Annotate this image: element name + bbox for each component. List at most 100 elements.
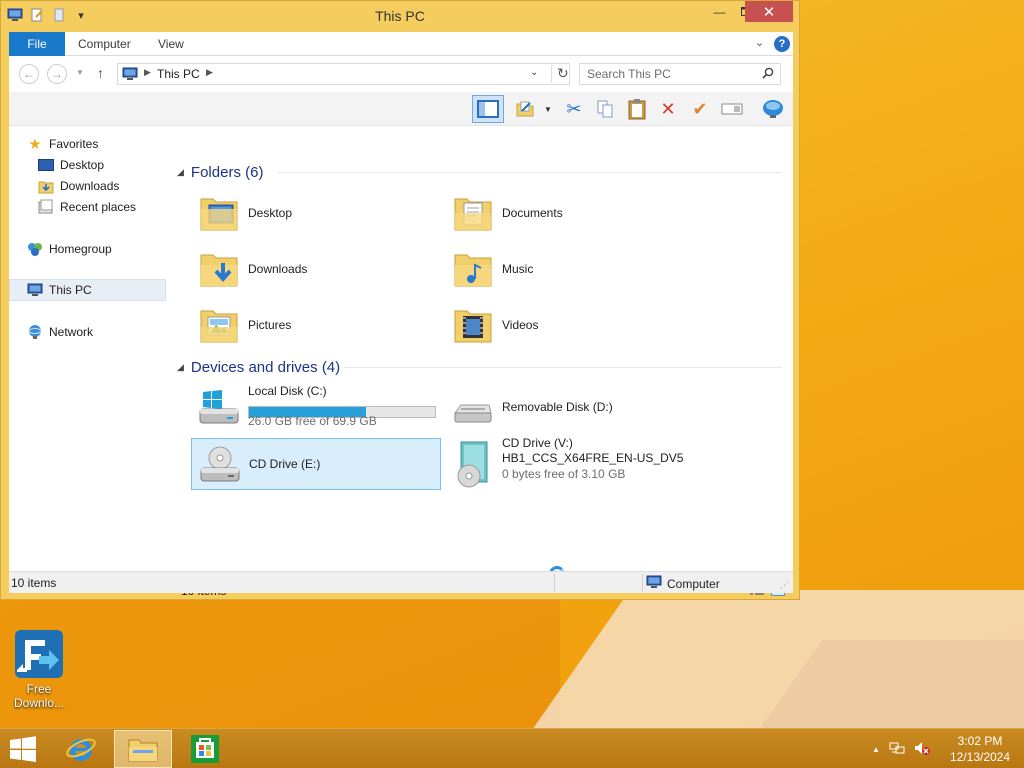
folder-pictures[interactable]: Pictures [191,298,441,350]
volume-muted-icon[interactable] [914,740,930,759]
breadcrumb-this-pc[interactable]: This PC [157,67,200,81]
refresh-icon[interactable]: ↻ [551,65,569,83]
nav-item-downloads[interactable]: Downloads [38,176,119,196]
title-bar[interactable]: ▾ This PC — ✕ [1,1,799,32]
nav-item-favorites[interactable]: ★ Favorites [27,134,98,154]
folder-documents[interactable]: Documents [445,186,695,238]
paste-button[interactable] [623,95,651,123]
folder-pictures-icon [200,310,238,343]
expand-ribbon-icon[interactable]: ⌄ [755,36,764,49]
network-icon [27,324,43,340]
clock-time: 3:02 PM [957,734,1003,748]
properties-button[interactable] [511,95,539,123]
background-shape [0,600,560,728]
up-arrow-icon[interactable]: ↑ [97,65,104,81]
folder-music[interactable]: Music [445,242,695,294]
desktop-shortcut[interactable]: Free Downlo... [8,630,70,710]
address-row: ← → ▼ ↑ ▶ This PC ▶ ⌄ ↻ [9,56,793,92]
folder-name: Pictures [248,318,292,332]
drive-local-disk-c[interactable]: Local Disk (C:) 26.0 GB free of 69.9 GB [191,382,441,434]
address-bar[interactable]: ▶ This PC ▶ ⌄ ↻ [117,63,570,85]
taskbar-file-explorer[interactable] [114,730,172,768]
group-header-folders[interactable]: ◢ Folders (6) [177,162,263,182]
group-title: Devices and drives (4) [190,358,341,376]
resize-grip-icon[interactable]: ⋰ [780,580,789,591]
taskbar-internet-explorer[interactable] [52,730,110,768]
preview-pane-button[interactable] [472,95,504,123]
tab-file[interactable]: File [9,32,65,56]
status-zone-label: Computer [667,576,720,591]
ribbon-tabs: File Computer View ⌄ ? [9,32,793,56]
drive-free-space: 26.0 GB free of 69.9 GB [248,414,377,428]
clock[interactable]: 3:02 PM 12/13/2024 [940,733,1020,765]
nav-label: Network [49,325,94,339]
close-button[interactable]: ✕ [745,1,793,22]
copy-button[interactable] [591,95,619,123]
collapse-icon[interactable]: ◢ [177,362,184,373]
divider [277,172,782,173]
cut-button[interactable]: ✂ [560,95,588,123]
forward-button[interactable]: → [47,64,67,84]
nav-item-recent-places[interactable]: Recent places [38,197,136,217]
drive-cd-e[interactable]: CD Drive (E:) [191,438,441,490]
computer-icon [27,282,43,298]
nav-item-desktop[interactable]: Desktop [38,155,104,175]
divider [345,367,782,368]
drive-name: Removable Disk (D:) [502,400,613,414]
computer-icon [646,575,662,592]
drive-name: Local Disk (C:) [248,384,327,398]
show-hidden-icons-icon[interactable]: ▲ [872,745,880,754]
folder-desktop-icon [200,198,238,231]
dvd-disc-icon [457,441,488,488]
drive-removable-disk-d[interactable]: Removable Disk (D:) [445,382,695,434]
file-explorer-icon [128,739,158,762]
search-input[interactable] [580,64,760,84]
nav-label: Downloads [60,179,120,193]
search-box[interactable] [579,63,781,85]
group-header-devices[interactable]: ◢ Devices and drives (4) [177,357,340,377]
chevron-down-icon[interactable]: ▼ [544,105,552,114]
nav-item-network[interactable]: Network [27,322,93,342]
network-drive-button[interactable] [759,95,787,123]
nav-item-homegroup[interactable]: Homegroup [27,239,112,259]
drive-name: CD Drive (E:) [249,457,321,471]
divider [642,574,643,592]
nav-item-this-pc[interactable]: This PC [27,280,92,300]
computer-icon [122,67,138,81]
rename-button[interactable] [718,95,746,123]
drive-cd-v[interactable]: CD Drive (V:) HB1_CCS_X64FRE_EN-US_DV5 0… [445,434,695,494]
free-download-app-icon [15,630,63,678]
help-icon[interactable]: ? [774,36,790,52]
nav-label: Favorites [49,137,99,151]
folder-name: Desktop [248,206,293,220]
delete-button[interactable]: ✕ [654,95,682,123]
network-status-icon[interactable] [889,740,905,759]
tab-view[interactable]: View [158,32,184,56]
start-button[interactable] [8,736,38,762]
folder-documents-icon [454,198,492,231]
minimize-button[interactable]: — [706,1,733,22]
folder-videos[interactable]: Videos [445,298,695,350]
nav-label: Homegroup [49,242,112,256]
system-tray: ▲ [872,740,930,759]
nav-label: Desktop [60,158,105,172]
recent-places-icon [38,199,54,215]
breadcrumb-chevron-icon[interactable]: ▶ [144,67,151,78]
check-button[interactable]: ✔ [686,95,714,123]
drive-volume-label: HB1_CCS_X64FRE_EN-US_DV5 [502,451,684,465]
folder-desktop[interactable]: Desktop [191,186,441,238]
taskbar-store[interactable] [176,730,234,768]
tab-computer[interactable]: Computer [78,32,131,56]
clock-date: 12/13/2024 [949,750,1011,764]
content-pane: ◢ Folders (6) Desktop Documents Download… [167,126,793,598]
breadcrumb-chevron-icon[interactable]: ▶ [206,67,213,78]
search-icon[interactable] [762,67,774,82]
recent-locations-icon[interactable]: ▼ [76,68,84,77]
folder-name: Documents [502,206,563,220]
collapse-icon[interactable]: ◢ [177,167,184,178]
address-dropdown-icon[interactable]: ⌄ [530,67,538,78]
back-button[interactable]: ← [19,64,39,84]
homegroup-icon [27,241,43,257]
window-body: File Computer View ⌄ ? ← → ▼ ↑ ▶ This PC… [9,32,793,598]
folder-downloads[interactable]: Downloads [191,242,441,294]
